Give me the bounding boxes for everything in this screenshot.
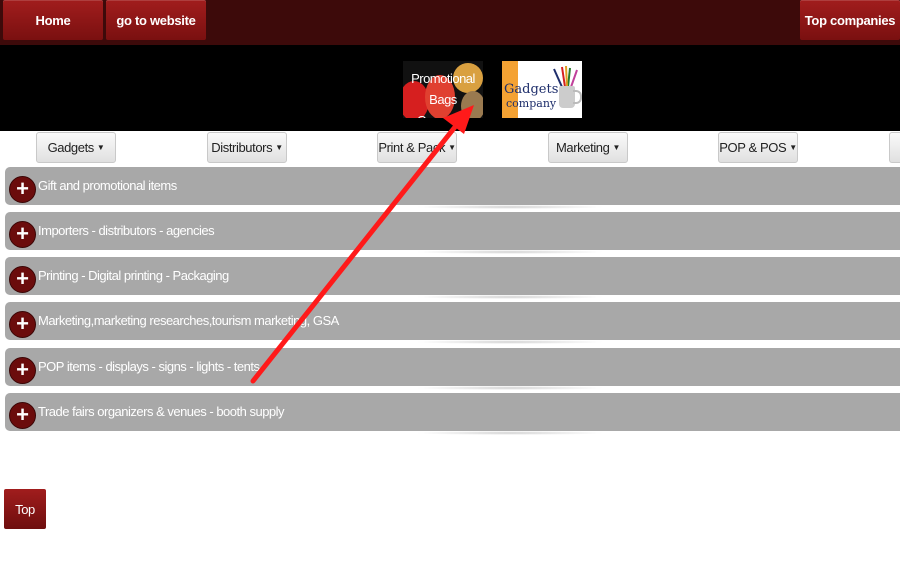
logo-right-line2: company	[506, 97, 557, 110]
category-menu-bar: Gadgets ▼ Distributors ▼ Print & Pack ▼ Mar…	[0, 131, 900, 167]
row-shadow	[415, 431, 605, 435]
menu-label: Gadgets	[47, 140, 95, 155]
promotional-bags-logo[interactable]: Promotional Bags Company	[403, 61, 483, 118]
category-row[interactable]: + POP items - displays - signs - lights …	[5, 348, 900, 390]
category-row[interactable]: + Marketing,marketing researches,tourism…	[5, 302, 900, 344]
caret-down-icon: ▼	[612, 143, 620, 152]
logo-banner: Promotional Bags Company Gadgets company	[0, 45, 900, 131]
category-label: Marketing,marketing researches,tourism m…	[38, 313, 339, 328]
logo-right-line1: Gadgets	[504, 82, 559, 97]
caret-down-icon: ▼	[96, 143, 105, 152]
category-label: Importers - distributors - agencies	[38, 223, 215, 238]
go-to-website-button[interactable]: go to website	[106, 0, 206, 40]
gadgets-company-logo[interactable]: Gadgets company	[502, 61, 582, 118]
plus-icon[interactable]: +	[9, 221, 36, 248]
menu-pop-pos[interactable]: POP & POS ▼	[718, 132, 798, 163]
menu-label: Print & Pack	[378, 140, 446, 155]
menu-more-partial[interactable]	[889, 132, 900, 163]
plus-icon[interactable]: +	[9, 266, 36, 293]
plus-icon[interactable]: +	[9, 176, 36, 203]
menu-distributors[interactable]: Distributors ▼	[207, 132, 287, 163]
logo-left-line1: Promotional	[411, 71, 475, 86]
category-row[interactable]: + Importers - distributors - agencies	[5, 212, 900, 254]
category-row[interactable]: + Printing - Digital printing - Packagin…	[5, 257, 900, 299]
row-shadow	[415, 340, 605, 344]
menu-label: POP & POS	[719, 140, 787, 155]
row-shadow	[415, 205, 605, 209]
row-shadow	[415, 386, 605, 390]
menu-print-pack[interactable]: Print & Pack ▼	[377, 132, 457, 163]
back-to-top-button[interactable]: Top	[4, 489, 46, 529]
category-row[interactable]: + Gift and promotional items	[5, 167, 900, 209]
category-label: Gift and promotional items	[38, 178, 177, 193]
logo-left-line2: Bags Company	[417, 92, 470, 118]
caret-down-icon: ▼	[448, 143, 456, 152]
caret-down-icon: ▼	[789, 143, 797, 152]
category-label: Trade fairs organizers & venues - booth …	[38, 404, 285, 419]
top-companies-button[interactable]: Top companies	[800, 0, 900, 40]
plus-icon[interactable]: +	[9, 357, 36, 384]
menu-label: Marketing	[555, 140, 610, 155]
row-shadow	[415, 250, 605, 254]
home-button[interactable]: Home	[3, 0, 103, 40]
category-label: POP items - displays - signs - lights - …	[38, 359, 260, 374]
category-row[interactable]: + Trade fairs organizers & venues - boot…	[5, 393, 900, 435]
caret-down-icon: ▼	[275, 143, 283, 152]
row-shadow	[415, 295, 605, 299]
plus-icon[interactable]: +	[9, 311, 36, 338]
menu-gadgets[interactable]: Gadgets ▼	[36, 132, 116, 163]
menu-marketing[interactable]: Marketing ▼	[548, 132, 628, 163]
menu-label: Distributors	[211, 140, 273, 155]
top-navigation-bar: Home go to website Top companies	[0, 0, 900, 45]
plus-icon[interactable]: +	[9, 402, 36, 429]
category-label: Printing - Digital printing - Packaging	[38, 268, 229, 283]
